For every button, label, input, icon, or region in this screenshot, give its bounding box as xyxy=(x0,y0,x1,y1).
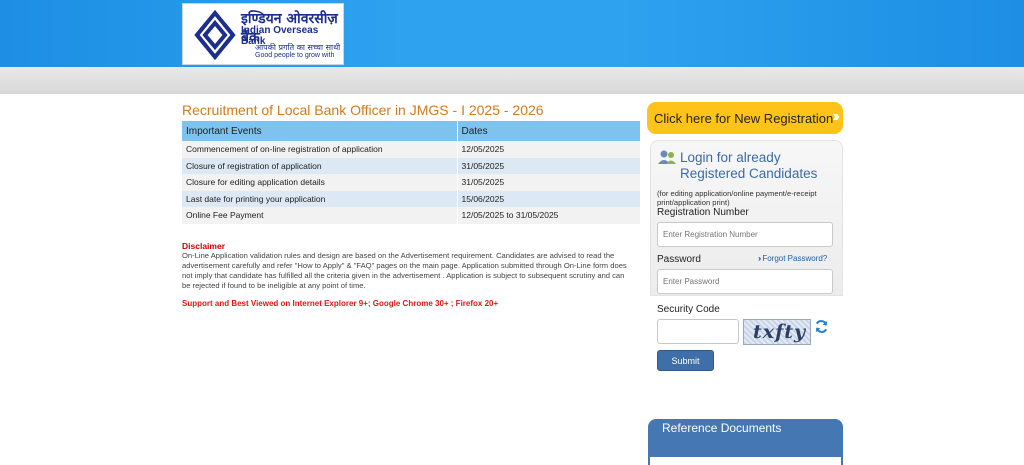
event-cell: Last date for printing your application xyxy=(182,190,458,207)
security-code-input[interactable] xyxy=(657,319,739,344)
browser-support-note: Support and Best Viewed on Internet Expl… xyxy=(182,299,499,308)
event-cell: Commencement of on-line registration of … xyxy=(182,141,458,158)
captcha-text: txfty xyxy=(753,321,807,343)
disclaimer-text: On-Line Application validation rules and… xyxy=(182,251,627,290)
users-icon xyxy=(658,150,676,164)
table-row: Commencement of on-line registration of … xyxy=(182,141,641,158)
column-header-events: Important Events xyxy=(182,121,458,141)
event-cell: Closure for editing application details xyxy=(182,174,458,191)
header-band xyxy=(0,0,1024,67)
tagline: Good people to grow with xyxy=(255,52,335,59)
password-input[interactable] xyxy=(657,269,833,294)
event-cell: Closure of registration of application xyxy=(182,157,458,174)
double-chevron-right-icon: ›› xyxy=(758,254,762,263)
bank-logo[interactable]: इण्डियन ओवरसीज़ बैंक Indian Overseas Ban… xyxy=(182,3,344,65)
double-chevron-right-icon: ›› xyxy=(832,108,839,125)
table-row: Last date for printing your application … xyxy=(182,190,641,207)
forgot-password-link[interactable]: ›› Forgot Password? xyxy=(758,254,827,263)
date-cell: 31/05/2025 xyxy=(457,157,641,174)
important-events-table: Important Events Dates Commencement of o… xyxy=(182,121,641,224)
reference-documents-title: Reference Documents xyxy=(662,421,782,435)
new-registration-label: Click here for New Registration xyxy=(654,110,834,126)
event-cell: Online Fee Payment xyxy=(182,207,458,224)
login-title: Login for already Registered Candidates xyxy=(680,150,818,181)
security-code-label: Security Code xyxy=(657,304,720,315)
captcha-image: txfty xyxy=(743,319,811,345)
nav-band xyxy=(0,67,1024,94)
reference-documents-body xyxy=(650,457,841,465)
registration-number-input[interactable] xyxy=(657,222,833,247)
table-row: Online Fee Payment 12/05/2025 to 31/05/2… xyxy=(182,207,641,224)
registration-number-label: Registration Number xyxy=(657,207,749,218)
reference-documents-panel: Reference Documents xyxy=(648,419,843,465)
new-registration-button[interactable]: Click here for New Registration ›› xyxy=(647,102,843,134)
forgot-password-label: Forgot Password? xyxy=(762,254,828,263)
table-row: Closure for editing application details … xyxy=(182,174,641,191)
date-cell: 12/05/2025 xyxy=(457,141,641,158)
table-row: Closure of registration of application 3… xyxy=(182,157,641,174)
date-cell: 12/05/2025 to 31/05/2025 xyxy=(457,207,641,224)
table-header-row: Important Events Dates xyxy=(182,121,641,141)
disclaimer-title: Disclaimer xyxy=(182,241,225,251)
date-cell: 31/05/2025 xyxy=(457,174,641,191)
column-header-dates: Dates xyxy=(457,121,641,141)
refresh-icon[interactable] xyxy=(814,319,829,334)
page-title: Recruitment of Local Bank Officer in JMG… xyxy=(182,102,544,118)
login-note: (for editing application/online payment/… xyxy=(657,189,817,207)
password-label: Password xyxy=(657,254,701,265)
iob-logo-icon xyxy=(194,10,236,60)
submit-button[interactable]: Submit xyxy=(657,350,714,371)
date-cell: 15/06/2025 xyxy=(457,190,641,207)
